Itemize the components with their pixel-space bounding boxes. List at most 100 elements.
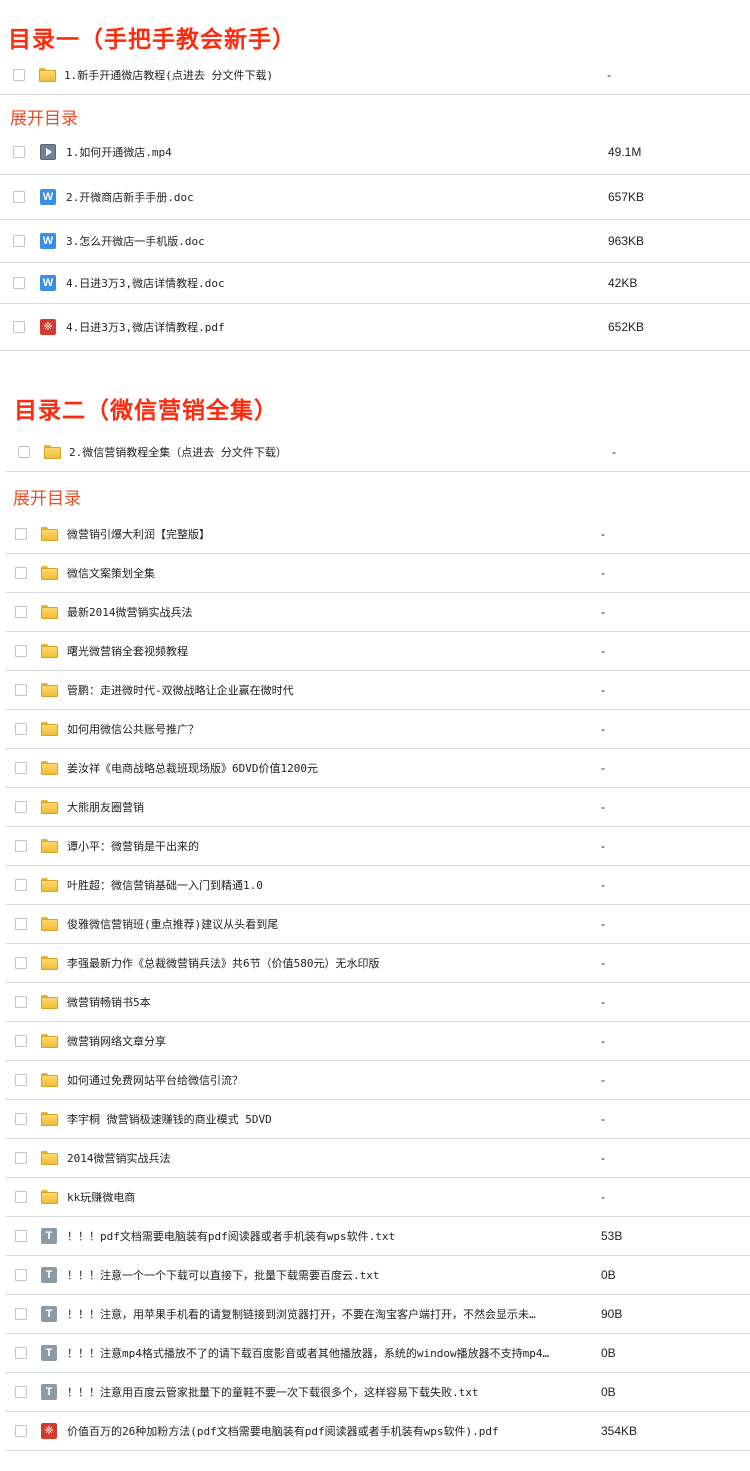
- row-checkbox[interactable]: [13, 146, 25, 158]
- file-name[interactable]: 4.日进3万3,微店详情教程.pdf: [66, 319, 225, 335]
- row-checkbox[interactable]: [15, 1191, 27, 1203]
- row-checkbox[interactable]: [15, 918, 27, 930]
- file-name[interactable]: 2014微营销实战兵法: [67, 1150, 171, 1166]
- file-name[interactable]: 3.怎么开微店一手机版.doc: [66, 233, 205, 249]
- row-checkbox[interactable]: [13, 69, 25, 81]
- row-checkbox[interactable]: [15, 723, 27, 735]
- file-name[interactable]: 曙光微营销全套视频教程: [67, 643, 188, 659]
- row-checkbox[interactable]: [15, 996, 27, 1008]
- file-name[interactable]: 谭小平：微营销是干出来的: [67, 838, 199, 854]
- folder-row[interactable]: 2.微信营销教程全集（点进去 分文件下载） -: [5, 432, 750, 472]
- file-name[interactable]: 李强最新力作《总裁微营销兵法》共6节（价值580元）无水印版: [67, 955, 380, 971]
- file-name[interactable]: 如何通过免费网站平台给微信引流？: [67, 1072, 243, 1088]
- file-row[interactable]: 曙光微营销全套视频教程 -: [5, 632, 750, 671]
- file-row[interactable]: 最新2014微营销实战兵法 -: [5, 593, 750, 632]
- file-name[interactable]: 大熊朋友圈营销: [67, 799, 144, 815]
- row-checkbox[interactable]: [15, 957, 27, 969]
- file-row[interactable]: 微信文案策划全集 -: [5, 554, 750, 593]
- text-file-icon: T: [41, 1345, 57, 1361]
- file-row[interactable]: T ！！！注意，用苹果手机看的请复制链接到浏览器打开，不要在淘宝客户端打开，不然会…: [5, 1295, 750, 1334]
- file-row[interactable]: T ！！！注意用百度云管家批量下的童鞋不要一次下载很多个，这样容易下载失败.txt…: [5, 1373, 750, 1412]
- file-row[interactable]: 如何用微信公共账号推广？ -: [5, 710, 750, 749]
- file-name[interactable]: 微营销引爆大利润【完整版】: [67, 526, 210, 542]
- file-name[interactable]: ！！！注意一个一个下载可以直接下，批量下载需要百度云.txt: [67, 1267, 380, 1283]
- file-row[interactable]: 大熊朋友圈营销 -: [5, 788, 750, 827]
- row-checkbox[interactable]: [15, 645, 27, 657]
- section1-expand-link[interactable]: 展开目录: [10, 104, 78, 129]
- file-name[interactable]: 4.日进3万3,微店详情教程.doc: [66, 275, 225, 291]
- file-row[interactable]: 谭小平：微营销是干出来的 -: [5, 827, 750, 866]
- file-name[interactable]: 管鹏：走进微时代-双微战略让企业赢在微时代: [67, 682, 294, 698]
- file-name[interactable]: ！！！注意mp4格式播放不了的请下载百度影音或者其他播放器，系统的window播…: [67, 1345, 549, 1361]
- file-name[interactable]: 叶胜超：微信营销基础一入门到精通1.0: [67, 877, 263, 893]
- file-name[interactable]: ！！！注意用百度云管家批量下的童鞋不要一次下载很多个，这样容易下载失败.txt: [67, 1384, 479, 1400]
- file-row[interactable]: 如何通过免费网站平台给微信引流？ -: [5, 1061, 750, 1100]
- file-name[interactable]: 微信文案策划全集: [67, 565, 155, 581]
- file-row[interactable]: T ！！！注意一个一个下载可以直接下，批量下载需要百度云.txt 0B: [5, 1256, 750, 1295]
- row-checkbox[interactable]: [15, 1230, 27, 1242]
- row-checkbox[interactable]: [15, 606, 27, 618]
- row-checkbox[interactable]: [13, 277, 25, 289]
- file-name[interactable]: 1.新手开通微店教程(点进去 分文件下载): [64, 67, 273, 83]
- file-row[interactable]: 微营销畅销书5本 -: [5, 983, 750, 1022]
- row-checkbox[interactable]: [18, 445, 30, 458]
- row-checkbox[interactable]: [15, 1113, 27, 1125]
- row-checkbox[interactable]: [15, 1347, 27, 1359]
- file-row[interactable]: 俊雅微信营销班(重点推荐)建议从头看到尾 -: [5, 905, 750, 944]
- text-file-icon: T: [41, 1267, 57, 1283]
- file-name[interactable]: ！！！注意，用苹果手机看的请复制链接到浏览器打开，不要在淘宝客户端打开，不然会显…: [67, 1306, 536, 1322]
- file-name[interactable]: 2.微信营销教程全集（点进去 分文件下载）: [69, 444, 287, 460]
- file-row[interactable]: ❈ 4.日进3万3,微店详情教程.pdf 652KB: [0, 304, 750, 351]
- row-checkbox[interactable]: [15, 1074, 27, 1086]
- row-checkbox[interactable]: [15, 1269, 27, 1281]
- file-row[interactable]: 叶胜超：微信营销基础一入门到精通1.0 -: [5, 866, 750, 905]
- row-checkbox[interactable]: [13, 235, 25, 247]
- row-checkbox[interactable]: [15, 684, 27, 696]
- file-row[interactable]: 管鹏：走进微时代-双微战略让企业赢在微时代 -: [5, 671, 750, 710]
- row-checkbox[interactable]: [15, 528, 27, 540]
- file-name[interactable]: 微营销畅销书5本: [67, 994, 151, 1010]
- row-checkbox[interactable]: [15, 1152, 27, 1164]
- row-checkbox[interactable]: [15, 762, 27, 774]
- file-row[interactable]: 李宇桐 微营销极速赚钱的商业模式 5DVD -: [5, 1100, 750, 1139]
- file-row[interactable]: 微营销引爆大利润【完整版】 -: [5, 515, 750, 554]
- file-row[interactable]: 微营销网络文章分享 -: [5, 1022, 750, 1061]
- file-name[interactable]: 价值百万的26种加粉方法(pdf文档需要电脑装有pdf阅读器或者手机装有wps软…: [67, 1423, 499, 1439]
- row-checkbox[interactable]: [15, 1308, 27, 1320]
- file-name[interactable]: 如何用微信公共账号推广？: [67, 721, 199, 737]
- file-size: -: [601, 839, 605, 853]
- row-checkbox[interactable]: [15, 1386, 27, 1398]
- row-checkbox[interactable]: [15, 840, 27, 852]
- file-row[interactable]: kk玩赚微电商 -: [5, 1178, 750, 1217]
- file-row[interactable]: 2014微营销实战兵法 -: [5, 1139, 750, 1178]
- folder-icon: [41, 1112, 58, 1126]
- row-checkbox[interactable]: [15, 1035, 27, 1047]
- row-checkbox[interactable]: [15, 879, 27, 891]
- file-row[interactable]: 姜汝祥《电商战略总裁班现场版》6DVD价值1200元 -: [5, 749, 750, 788]
- file-name[interactable]: 姜汝祥《电商战略总裁班现场版》6DVD价值1200元: [67, 760, 318, 776]
- file-row[interactable]: W 2.开微商店新手手册.doc 657KB: [0, 175, 750, 220]
- file-name[interactable]: 李宇桐 微营销极速赚钱的商业模式 5DVD: [67, 1111, 272, 1127]
- file-name[interactable]: kk玩赚微电商: [67, 1189, 135, 1205]
- file-row[interactable]: 李强最新力作《总裁微营销兵法》共6节（价值580元）无水印版 -: [5, 944, 750, 983]
- section2-expand-link[interactable]: 展开目录: [13, 484, 81, 509]
- file-row[interactable]: W 4.日进3万3,微店详情教程.doc 42KB: [0, 263, 750, 304]
- folder-row[interactable]: 1.新手开通微店教程(点进去 分文件下载) -: [0, 56, 750, 95]
- row-checkbox[interactable]: [15, 567, 27, 579]
- file-row[interactable]: 1.如何开通微店.mp4 49.1M: [0, 130, 750, 175]
- file-name[interactable]: 1.如何开通微店.mp4: [66, 144, 172, 160]
- file-name[interactable]: ！！！pdf文档需要电脑装有pdf阅读器或者手机装有wps软件.txt: [67, 1228, 395, 1244]
- file-row[interactable]: T ！！！注意mp4格式播放不了的请下载百度影音或者其他播放器，系统的window…: [5, 1334, 750, 1373]
- section1-title: 目录一（手把手教会新手）: [8, 27, 296, 53]
- file-row[interactable]: W 3.怎么开微店一手机版.doc 963KB: [0, 220, 750, 263]
- file-name[interactable]: 最新2014微营销实战兵法: [67, 604, 193, 620]
- file-name[interactable]: 俊雅微信营销班(重点推荐)建议从头看到尾: [67, 916, 278, 932]
- file-name[interactable]: 微营销网络文章分享: [67, 1033, 166, 1049]
- row-checkbox[interactable]: [13, 321, 25, 333]
- row-checkbox[interactable]: [15, 1425, 27, 1437]
- file-row[interactable]: ❈ 价值百万的26种加粉方法(pdf文档需要电脑装有pdf阅读器或者手机装有wps…: [5, 1412, 750, 1451]
- file-name[interactable]: 2.开微商店新手手册.doc: [66, 189, 194, 205]
- row-checkbox[interactable]: [15, 801, 27, 813]
- row-checkbox[interactable]: [13, 191, 25, 203]
- file-row[interactable]: T ！！！pdf文档需要电脑装有pdf阅读器或者手机装有wps软件.txt 53B: [5, 1217, 750, 1256]
